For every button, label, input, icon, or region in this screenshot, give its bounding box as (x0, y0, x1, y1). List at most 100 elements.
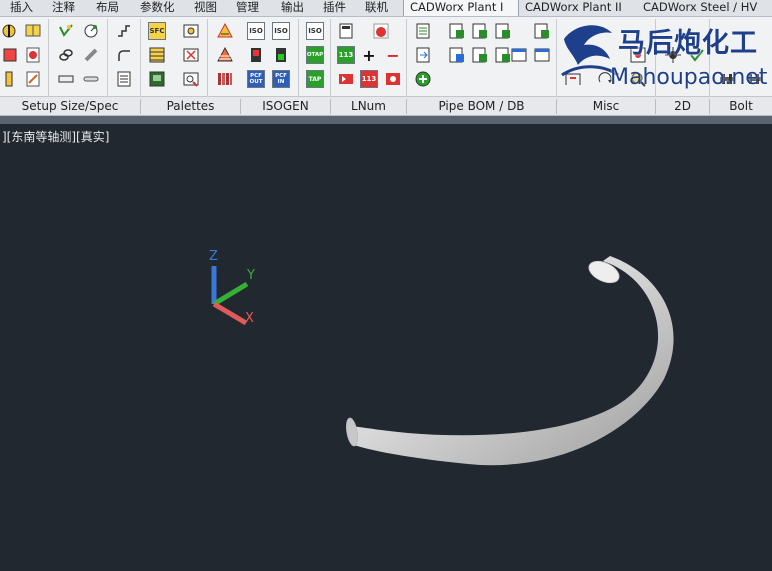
plus-icon: + (362, 45, 376, 65)
green-go-icon[interactable] (270, 44, 292, 66)
component-palette-icon[interactable] (180, 20, 202, 42)
ucs-x-label: X (245, 311, 254, 326)
cad-application: 插入 注释 布局 参数化 视图 管理 输出 插件 联机 CADWorx Plan… (0, 0, 772, 571)
spec-setup-icon[interactable] (0, 20, 22, 42)
remove-number-button[interactable]: − (382, 44, 404, 66)
spec-editor-icon[interactable] (22, 44, 44, 66)
calculator-icon[interactable] (335, 20, 357, 42)
model-space-canvas[interactable]: Z Y X (0, 124, 772, 571)
twod-check-icon[interactable] (686, 44, 708, 66)
pipe-horizontal-icon[interactable] (80, 68, 102, 90)
minus-icon: − (386, 45, 400, 65)
ribbon-panel-labels: Setup Size/Spec Palettes ISOGEN LNum Pip… (0, 97, 772, 116)
drawing-viewport[interactable]: ][东南等轴测][真实] Z Y X (0, 124, 772, 571)
route-bend-icon[interactable] (113, 44, 135, 66)
spec-view-icon[interactable] (0, 68, 22, 90)
hand-red-icon[interactable] (382, 68, 404, 90)
red-flag-icon[interactable] (335, 68, 357, 90)
db-sheet-icon-7[interactable] (531, 20, 553, 42)
bom-sheet-icon[interactable] (412, 20, 434, 42)
db-window-icon[interactable] (508, 44, 530, 66)
tab-manage[interactable]: 管理 (230, 0, 275, 16)
table-palette-icon[interactable] (146, 44, 168, 66)
hand-stop-icon[interactable] (370, 20, 392, 42)
pipe-diagonal-icon[interactable] (80, 44, 102, 66)
iso-cone-icon[interactable] (214, 44, 236, 66)
add-circle-icon[interactable] (412, 68, 434, 90)
valve-palette-icon[interactable] (180, 44, 202, 66)
panel-setup-size-spec[interactable]: Setup Size/Spec (0, 97, 140, 116)
pipe-elbow-3d-model[interactable] (345, 256, 674, 466)
pcf-out-text: PCF OUT (247, 70, 265, 88)
pipe-flat-icon[interactable] (55, 68, 77, 90)
number-113-red-text: 113 (360, 70, 378, 88)
db-sheet-icon-2[interactable] (446, 44, 468, 66)
edit-palette-icon[interactable] (180, 68, 202, 90)
tab-annotate[interactable]: 注释 (46, 0, 90, 16)
tap-text: TAP (306, 70, 324, 88)
tab-view[interactable]: 视图 (188, 0, 230, 16)
tab-insert[interactable]: 插入 (0, 0, 46, 16)
sfc-icon[interactable]: SFC (146, 20, 168, 42)
bolt-icon-2[interactable] (743, 68, 765, 90)
panel-palettes[interactable]: Palettes (141, 97, 240, 116)
number-113-button[interactable]: 113 (335, 44, 357, 66)
db-sheet-icon-1[interactable] (446, 20, 468, 42)
bom-export-icon[interactable] (412, 44, 434, 66)
spec-edit-icon[interactable] (0, 44, 22, 66)
ribbon-panel: SFC ISO PCF OUT ISO PCF IN ISO OTAP TAP … (0, 17, 772, 113)
tab-plugins[interactable]: 插件 (317, 0, 359, 16)
panel-2d[interactable]: 2D (656, 97, 709, 116)
book-icon[interactable] (22, 20, 44, 42)
route-up-icon[interactable] (113, 20, 135, 42)
misc-target-icon[interactable] (627, 44, 649, 66)
number-113-text: 113 (337, 46, 355, 64)
ribbon-tab-bar: 插入 注释 布局 参数化 视图 管理 输出 插件 联机 CADWorx Plan… (0, 0, 772, 17)
number-113-red-button[interactable]: 113 (358, 68, 380, 90)
bolt-icon-1[interactable] (716, 68, 738, 90)
iso-button-1[interactable]: ISO (245, 20, 267, 42)
tab-parametric[interactable]: 参数化 (134, 0, 188, 16)
zoom-icon[interactable] (627, 68, 649, 90)
tab-cadworx-plant-2[interactable]: CADWorx Plant II (519, 0, 637, 16)
iso-icon-text-3: ISO (306, 22, 324, 40)
monitor-palette-icon[interactable] (146, 68, 168, 90)
tab-cadworx-plant-1[interactable]: CADWorx Plant I (403, 0, 519, 16)
panel-bolt[interactable]: Bolt (710, 97, 772, 116)
iso-button-2[interactable]: ISO (270, 20, 292, 42)
pcf-out-button[interactable]: PCF OUT (245, 68, 267, 90)
panel-lnum[interactable]: LNum (331, 97, 406, 116)
pcf-in-button[interactable]: PCF IN (270, 68, 292, 90)
document-list-icon[interactable] (113, 68, 135, 90)
tap-button[interactable]: TAP (304, 68, 326, 90)
gauge-icon[interactable] (80, 20, 102, 42)
tab-online[interactable]: 联机 (359, 0, 403, 16)
iso-button-3[interactable]: ISO (304, 20, 326, 42)
iso-bars-icon[interactable] (214, 68, 236, 90)
db-sheet-icon-3[interactable] (469, 20, 491, 42)
tab-output[interactable]: 输出 (275, 0, 317, 16)
panel-isogen[interactable]: ISOGEN (241, 97, 330, 116)
twod-node-icon[interactable] (662, 44, 684, 66)
rotate-icon[interactable] (594, 68, 616, 90)
iso-warning-icon[interactable] (214, 20, 236, 42)
sfc-icon-text: SFC (148, 22, 166, 40)
panel-pipe-bom-db[interactable]: Pipe BOM / DB (407, 97, 556, 116)
tab-cadworx-steel[interactable]: CADWorx Steel / HV (637, 0, 772, 16)
panel-misc[interactable]: Misc (557, 97, 655, 116)
pipe-link-icon[interactable] (55, 44, 77, 66)
iso-icon-text-1: ISO (247, 22, 265, 40)
db-sheet-icon-5[interactable] (492, 20, 514, 42)
ucs-z-label: Z (209, 249, 218, 264)
red-stop-icon[interactable] (245, 44, 267, 66)
otap-text: OTAP (306, 46, 324, 64)
tab-layout[interactable]: 布局 (90, 0, 134, 16)
ucs-y-label: Y (246, 268, 255, 283)
otap-button[interactable]: OTAP (304, 44, 326, 66)
measure-icon[interactable] (562, 68, 584, 90)
db-sheet-icon-4[interactable] (469, 44, 491, 66)
fitting-check-icon[interactable] (55, 20, 77, 42)
add-number-button[interactable]: + (358, 44, 380, 66)
size-edit-icon[interactable] (22, 68, 44, 90)
db-window-icon-2[interactable] (531, 44, 553, 66)
